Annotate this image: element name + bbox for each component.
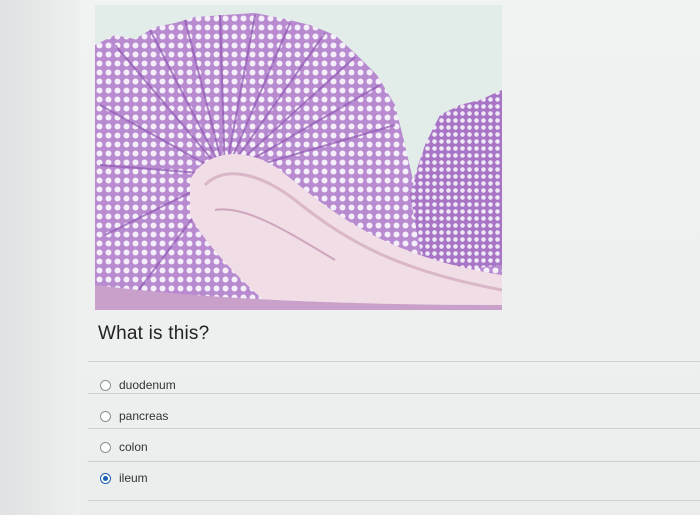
option-label: pancreas: [119, 409, 169, 423]
radio-button[interactable]: [100, 410, 111, 422]
divider: [88, 428, 700, 429]
radio-button[interactable]: [100, 441, 111, 453]
radio-button-selected[interactable]: [100, 472, 111, 484]
histology-image: [95, 5, 502, 310]
left-margin: [0, 0, 80, 515]
divider: [88, 393, 700, 394]
option-ileum[interactable]: ileum: [100, 471, 148, 485]
divider: [88, 361, 700, 362]
radio-button[interactable]: [100, 379, 111, 391]
option-label: ileum: [119, 471, 148, 485]
option-label: colon: [119, 440, 148, 454]
divider: [88, 461, 700, 462]
option-pancreas[interactable]: pancreas: [100, 409, 168, 423]
option-label: duodenum: [119, 378, 176, 392]
question-text: What is this?: [98, 323, 210, 344]
option-colon[interactable]: colon: [100, 440, 148, 454]
divider: [88, 500, 700, 501]
option-duodenum[interactable]: duodenum: [100, 378, 176, 392]
